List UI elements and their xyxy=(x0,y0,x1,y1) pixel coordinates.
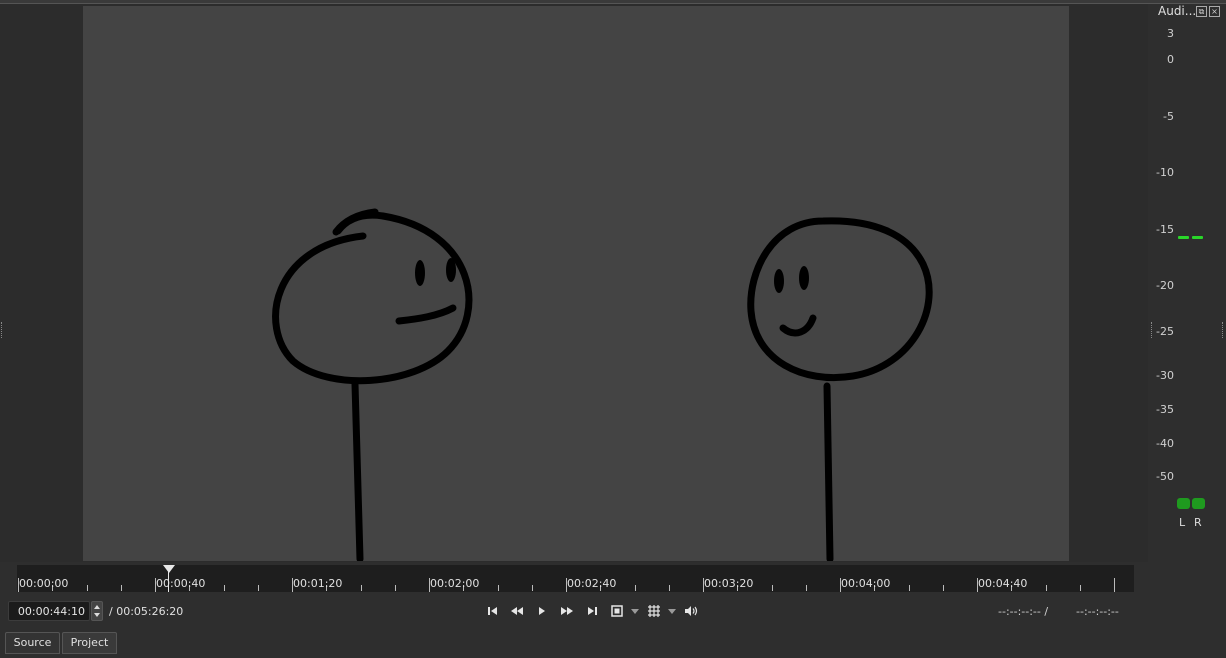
volume-icon[interactable] xyxy=(682,602,700,620)
ruler-tick xyxy=(1046,585,1047,591)
ruler-tick xyxy=(772,585,773,591)
meter-scale-label: -50 xyxy=(1156,470,1174,483)
ruler-time-label: 00:04:40 xyxy=(978,577,1028,590)
audio-meter-title: Audi... xyxy=(1158,4,1197,18)
ruler-time-label: 00:03:20 xyxy=(704,577,754,590)
ruler-tick xyxy=(121,585,122,591)
playhead-marker-icon[interactable] xyxy=(163,565,175,573)
zoom-dropdown-icon[interactable] xyxy=(631,609,639,614)
meter-scale-label: -25 xyxy=(1156,325,1174,338)
ruler-tick xyxy=(669,585,670,591)
ruler-tick xyxy=(1080,585,1081,591)
float-icon[interactable]: ⧉ xyxy=(1196,6,1207,17)
ruler-tick xyxy=(395,585,396,591)
meter-scale-label: -5 xyxy=(1163,110,1174,123)
stick-figures-illustration xyxy=(272,208,933,561)
grid-icon[interactable] xyxy=(645,602,663,620)
ruler-tick xyxy=(1114,578,1115,592)
out-point-timecode: --:--:--:-- xyxy=(1076,605,1119,618)
tab-project[interactable]: Project xyxy=(62,632,117,654)
position-timecode-input[interactable]: 00:00:44:10 xyxy=(8,601,90,621)
level-bar-right xyxy=(1192,498,1205,509)
ruler-tick xyxy=(498,585,499,591)
timeline-ruler[interactable]: 00:00:00 00:00:40 00:01:20 00:02:00 00:02:40… xyxy=(17,565,1134,592)
ruler-time-label: 00:01:20 xyxy=(293,577,343,590)
ruler-tick xyxy=(806,585,807,591)
skip-to-start-icon[interactable] xyxy=(484,602,502,620)
ruler-time-label: 00:00:40 xyxy=(156,577,206,590)
ruler-time-label: 00:02:00 xyxy=(430,577,480,590)
skip-to-end-icon[interactable] xyxy=(583,602,601,620)
timecode-spinner[interactable] xyxy=(91,601,103,621)
zoom-icon[interactable] xyxy=(608,602,626,620)
far-right-splitter-handle[interactable] xyxy=(1222,322,1226,338)
ruler-tick xyxy=(87,585,88,591)
ruler-time-label: 00:02:40 xyxy=(567,577,617,590)
ruler-time-label: 00:04:00 xyxy=(841,577,891,590)
peak-indicator-right xyxy=(1192,236,1203,239)
meter-scale-label: -30 xyxy=(1156,369,1174,382)
peak-indicator-left xyxy=(1178,236,1189,239)
ruler-tick xyxy=(943,585,944,591)
play-icon[interactable] xyxy=(533,602,551,620)
ruler-tick xyxy=(258,585,259,591)
level-bar-left xyxy=(1177,498,1190,509)
ruler-time-label: 00:00:00 xyxy=(19,577,69,590)
meter-scale-label: 3 xyxy=(1167,27,1174,40)
meter-scale-label: -15 xyxy=(1156,223,1174,236)
rewind-icon[interactable] xyxy=(508,602,526,620)
ruler-tick xyxy=(635,585,636,591)
meter-scale-label: -35 xyxy=(1156,403,1174,416)
meter-scale-label: -40 xyxy=(1156,437,1174,450)
left-splitter-handle[interactable] xyxy=(1,322,5,338)
grid-dropdown-icon[interactable] xyxy=(668,609,676,614)
in-point-timecode: --:--:--:-- / xyxy=(998,605,1049,618)
close-icon[interactable]: × xyxy=(1209,6,1220,17)
ruler-tick xyxy=(224,585,225,591)
meter-scale-label: -10 xyxy=(1156,166,1174,179)
ruler-tick xyxy=(532,585,533,591)
meter-scale-label: -20 xyxy=(1156,279,1174,292)
channel-label-left: L xyxy=(1179,516,1186,529)
total-duration: / 00:05:26:20 xyxy=(109,605,184,618)
tab-source[interactable]: Source xyxy=(5,632,60,654)
video-frame xyxy=(83,6,1069,561)
channel-label-right: R xyxy=(1194,516,1202,529)
fast-forward-icon[interactable] xyxy=(558,602,576,620)
ruler-tick xyxy=(361,585,362,591)
ruler-tick xyxy=(909,585,910,591)
meter-scale-label: 0 xyxy=(1167,53,1174,66)
